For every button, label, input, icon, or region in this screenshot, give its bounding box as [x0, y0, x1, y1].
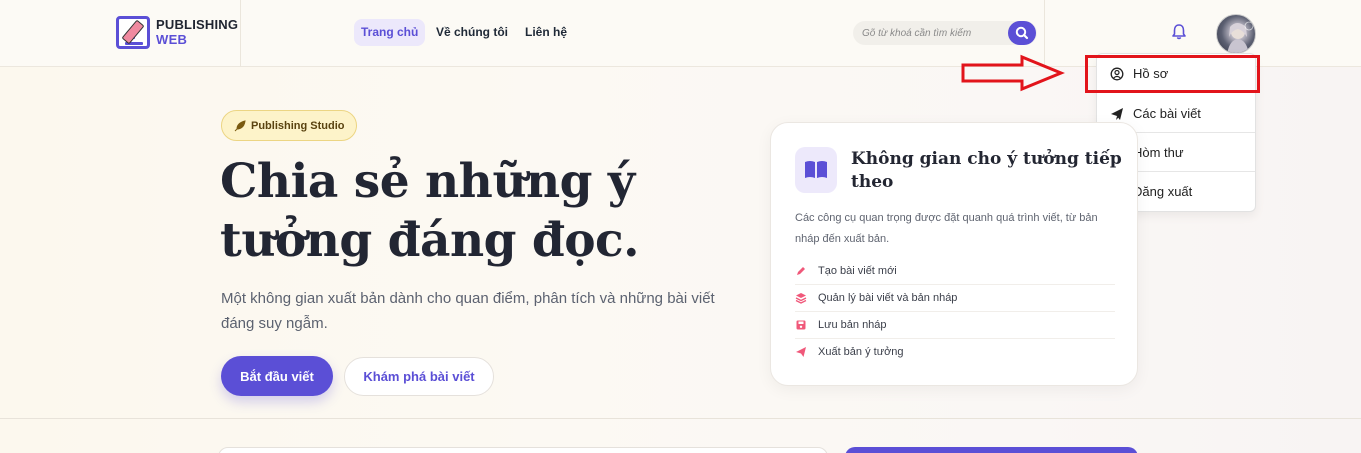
search-bar: [853, 21, 1037, 45]
search-button[interactable]: [1008, 21, 1036, 45]
search-icon: [1015, 26, 1029, 40]
user-avatar[interactable]: [1216, 14, 1256, 54]
card-title: Không gian cho ý tưởng tiếp theo: [851, 148, 1122, 194]
red-arrow-annotation: [961, 54, 1065, 92]
badge-label: Publishing Studio: [251, 120, 345, 132]
hero-title-line: Chia sẻ những ý: [220, 154, 635, 209]
card-title-line: Không gian cho ý tưởng tiếp: [851, 149, 1122, 169]
hero-title: Chia sẻ những ý tưởng đáng đọc.: [220, 152, 740, 270]
nav-about[interactable]: Về chúng tôi: [429, 19, 515, 46]
layers-icon: [795, 293, 807, 304]
red-highlight-box: [1085, 55, 1260, 93]
bottom-panel-accent: [845, 447, 1138, 453]
search-input[interactable]: [862, 21, 1007, 45]
book-icon: [795, 147, 837, 193]
feather-icon: [234, 120, 246, 132]
menu-item-label: Hòm thư: [1133, 145, 1184, 160]
feature-label: Lưu bản nháp: [818, 319, 887, 331]
feature-label: Xuất bản ý tưởng: [818, 346, 904, 358]
feature-label: Tạo bài viết mới: [818, 265, 897, 277]
menu-item-label: Các bài viết: [1133, 106, 1201, 121]
studio-badge: Publishing Studio: [221, 110, 357, 141]
menu-item-label: Đăng xuất: [1133, 184, 1193, 199]
card-description: Các công cụ quan trọng được đặt quanh qu…: [795, 212, 1098, 245]
bottom-panel: [218, 447, 828, 453]
start-writing-button[interactable]: Bắt đầu viết: [221, 356, 333, 396]
section-divider: [0, 418, 1361, 419]
divider: [795, 311, 1115, 312]
paper-plane-icon: [1111, 108, 1123, 120]
site-logo[interactable]: PUBLISHING WEB: [116, 14, 246, 52]
save-icon: [796, 320, 806, 330]
hero-title-line: tưởng đáng đọc.: [220, 213, 640, 268]
logo-icon: [116, 16, 150, 49]
nav-contact[interactable]: Liên hệ: [518, 19, 574, 46]
notification-bell-icon[interactable]: [1169, 22, 1189, 42]
hero-subtitle: Một không gian xuất bản dành cho quan đi…: [221, 290, 715, 332]
feature-label: Quản lý bài viết và bản nháp: [818, 292, 958, 304]
nav-home[interactable]: Trang chủ: [354, 19, 426, 46]
paper-plane-icon: [796, 347, 806, 357]
logo-text-web: WEB: [156, 32, 188, 47]
feature-card: Không gian cho ý tưởng tiếp theo Các côn…: [770, 122, 1138, 386]
explore-articles-button[interactable]: Khám phá bài viết: [344, 357, 494, 396]
divider: [795, 338, 1115, 339]
divider: [795, 284, 1115, 285]
pen-icon: [797, 267, 805, 275]
card-title-line: theo: [851, 172, 894, 192]
logo-text-publishing: PUBLISHING: [156, 17, 239, 32]
